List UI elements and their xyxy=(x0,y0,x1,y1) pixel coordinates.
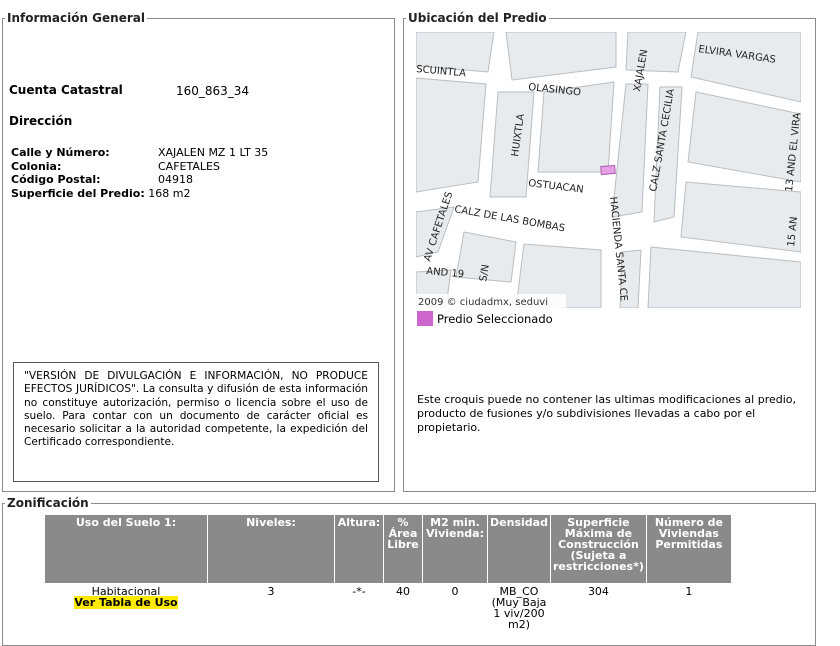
cell-densidad: MB_CO (Muy Baja 1 viv/200 m2) xyxy=(491,585,547,631)
address-block: Calle y Número: XAJALEN MZ 1 LT 35 Coloni… xyxy=(11,146,268,200)
map-credit: 2009 © ciudadmx, seduvi xyxy=(418,297,548,308)
cell-num-viviendas: 1 xyxy=(685,585,693,598)
col-uso-suelo: Uso del Suelo 1: xyxy=(44,514,208,584)
cell-m2-min: 0 xyxy=(451,585,459,598)
calle-label: Calle y Número: xyxy=(11,146,110,159)
table-row: Habitacional Ver Tabla de Uso 3 -*- 40 0… xyxy=(45,584,732,633)
selected-parcel-label: Predio Seleccionado xyxy=(437,312,553,326)
selected-parcel-swatch xyxy=(417,311,433,326)
table-header-row: Uso del Suelo 1: Niveles: Altura: % Área… xyxy=(44,514,732,584)
ver-tabla-uso-link[interactable]: Ver Tabla de Uso xyxy=(74,596,178,609)
codigo-postal-value: 04918 xyxy=(158,173,193,186)
cell-area-libre: 40 xyxy=(396,585,410,598)
cell-niveles: 3 xyxy=(267,585,275,598)
col-area-libre: % Área Libre xyxy=(383,514,423,584)
legal-disclaimer: "VERSIÓN DE DIVULGACIÓN E INFORMACIÓN, N… xyxy=(13,362,379,482)
cell-altura: -*- xyxy=(352,585,366,598)
location-map[interactable]: ELVIRA VARGAS SCUINTLA OLASINGO XAJALEN … xyxy=(416,32,801,308)
colonia-value: CAFETALES xyxy=(158,159,220,173)
cuenta-catastral-label: Cuenta Catastral xyxy=(9,83,123,97)
col-altura: Altura: xyxy=(334,514,384,584)
zonificacion-legend: Zonificación xyxy=(7,496,89,510)
ubicacion-legend: Ubicación del Predio xyxy=(408,11,547,25)
col-niveles: Niveles: xyxy=(207,514,335,584)
cuenta-catastral-value: 160_863_34 xyxy=(176,84,250,98)
col-superficie-max: Superficie Máxima de Construcción (Sujet… xyxy=(550,514,647,584)
codigo-postal-label: Código Postal: xyxy=(11,173,101,186)
map-note: Este croquis puede no contener las ultim… xyxy=(417,393,797,434)
direccion-label: Dirección xyxy=(9,114,73,128)
cell-superficie-max: 304 xyxy=(587,585,609,598)
zonificacion-table: Uso del Suelo 1: Niveles: Altura: % Área… xyxy=(44,514,732,632)
superficie-value: 168 m2 xyxy=(148,186,191,200)
superficie-label: Superficie del Predio: xyxy=(11,186,145,200)
col-densidad: Densidad xyxy=(487,514,551,584)
info-general-legend: Información General xyxy=(7,11,145,25)
col-m2-min: M2 min. Vivienda: xyxy=(422,514,488,584)
colonia-label: Colonia: xyxy=(11,159,62,173)
cell-uso: Habitacional Ver Tabla de Uso xyxy=(45,584,208,633)
col-num-viviendas: Número de Viviendas Permitidas xyxy=(645,514,732,584)
calle-value: XAJALEN MZ 1 LT 35 xyxy=(158,146,269,159)
map-graphic: ELVIRA VARGAS SCUINTLA OLASINGO XAJALEN … xyxy=(416,32,801,308)
